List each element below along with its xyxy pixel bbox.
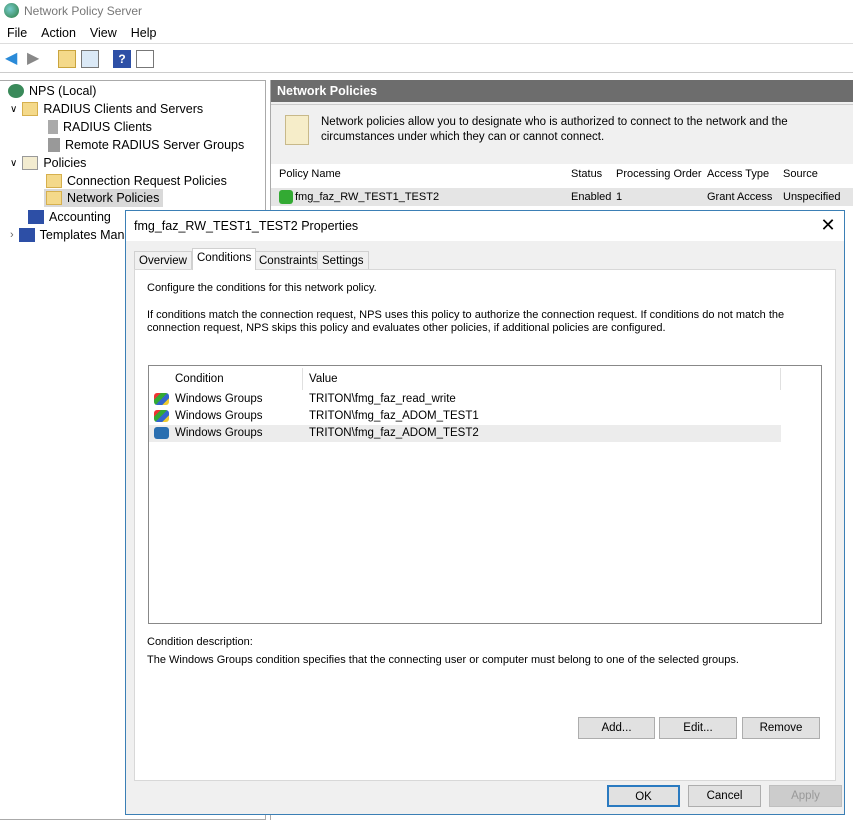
- chevron-right-icon[interactable]: ›: [10, 229, 14, 241]
- explain-text: If conditions match the connection reque…: [147, 309, 785, 334]
- conditions-list: Condition Value Windows Groups TRITON\fmg…: [148, 365, 822, 624]
- policy-enabled-icon: [279, 190, 293, 204]
- server-icon: [48, 120, 58, 134]
- up-folder-icon[interactable]: [58, 50, 76, 68]
- table-row[interactable]: fmg_faz_RW_TEST1_TEST2 Enabled 1 Grant A…: [271, 188, 853, 206]
- windows-groups-icon: [154, 410, 169, 422]
- pane-description: Network policies allow you to designate …: [271, 104, 853, 162]
- accounting-icon: [28, 210, 44, 224]
- tree-item-radius-clients[interactable]: RADIUS Clients: [48, 118, 152, 136]
- pane-header: Network Policies: [271, 80, 853, 102]
- action-pane-icon[interactable]: [136, 50, 154, 68]
- chevron-down-icon[interactable]: ∨: [10, 104, 17, 115]
- monitor-icon: [18, 228, 35, 242]
- tab-conditions[interactable]: Conditions: [192, 248, 257, 270]
- dialog-title: fmg_faz_RW_TEST1_TEST2 Properties: [134, 219, 359, 233]
- properties-dialog: fmg_faz_RW_TEST1_TEST2 Properties ✕ Over…: [125, 210, 845, 815]
- back-icon[interactable]: ◀: [5, 50, 23, 68]
- condition-row[interactable]: Windows Groups TRITON\fmg_faz_read_write: [149, 391, 781, 408]
- tab-constraints[interactable]: Constraints: [254, 251, 323, 270]
- column-divider: [780, 368, 781, 390]
- col-access-type[interactable]: Access Type: [707, 168, 769, 180]
- menu-file[interactable]: File: [0, 22, 34, 40]
- condition-row-selected[interactable]: Windows Groups TRITON\fmg_faz_ADOM_TEST2: [149, 425, 781, 442]
- title-bar: Network Policy Server: [0, 0, 853, 22]
- col-status[interactable]: Status: [571, 168, 602, 180]
- dialog-title-bar: fmg_faz_RW_TEST1_TEST2 Properties ✕: [126, 211, 844, 241]
- column-divider: [302, 368, 303, 390]
- windows-groups-icon: [154, 427, 169, 439]
- tree-item-connection-request-policies[interactable]: Connection Request Policies: [46, 172, 227, 190]
- forward-icon[interactable]: ▶: [27, 50, 45, 68]
- tree-item-network-policies[interactable]: Network Policies: [44, 189, 164, 207]
- toolbar: ◀ ▶ ?: [0, 45, 853, 73]
- globe-icon: [8, 84, 24, 98]
- col-source[interactable]: Source: [783, 168, 818, 180]
- tree-item-accounting[interactable]: Accounting: [28, 208, 111, 226]
- conditions-panel: Configure the conditions for this networ…: [134, 269, 836, 781]
- remove-button[interactable]: Remove: [742, 717, 820, 739]
- edit-button[interactable]: Edit...: [659, 717, 737, 739]
- col-condition[interactable]: Condition: [175, 373, 224, 385]
- nps-app-icon: [4, 3, 19, 18]
- col-processing-order[interactable]: Processing Order: [616, 168, 702, 180]
- help-icon[interactable]: ?: [113, 50, 131, 68]
- menu-action[interactable]: Action: [34, 22, 83, 40]
- apply-button[interactable]: Apply: [769, 785, 842, 807]
- condition-row[interactable]: Windows Groups TRITON\fmg_faz_ADOM_TEST1: [149, 408, 781, 425]
- col-value[interactable]: Value: [309, 373, 338, 385]
- tree-item-policies[interactable]: ∨ Policies: [10, 154, 86, 172]
- windows-groups-icon: [154, 393, 169, 405]
- open-folder-icon: [46, 191, 62, 205]
- ok-button[interactable]: OK: [607, 785, 680, 807]
- menu-view[interactable]: View: [83, 22, 124, 40]
- folder-icon: [46, 174, 62, 188]
- intro-text: Configure the conditions for this networ…: [147, 282, 377, 294]
- tree-item-radius-clients-servers[interactable]: ∨ RADIUS Clients and Servers: [10, 100, 203, 118]
- condition-description-label: Condition description:: [147, 636, 253, 648]
- tab-settings[interactable]: Settings: [317, 251, 369, 270]
- close-icon[interactable]: ✕: [818, 215, 838, 235]
- tree-item-remote-radius-groups[interactable]: Remote RADIUS Server Groups: [48, 136, 244, 154]
- folder-icon: [22, 102, 39, 116]
- cancel-button[interactable]: Cancel: [688, 785, 761, 807]
- col-policy-name[interactable]: Policy Name: [279, 168, 341, 180]
- tree-item-nps-local[interactable]: NPS (Local): [8, 82, 96, 100]
- add-button[interactable]: Add...: [578, 717, 655, 739]
- window-title: Network Policy Server: [24, 4, 143, 18]
- tab-overview[interactable]: Overview: [134, 251, 192, 270]
- menu-bar: File Action View Help: [0, 22, 853, 44]
- menu-help[interactable]: Help: [124, 22, 164, 40]
- show-hide-tree-icon[interactable]: [81, 50, 99, 68]
- chevron-down-icon[interactable]: ∨: [10, 158, 17, 169]
- server-group-icon: [48, 138, 60, 152]
- scroll-icon: [285, 115, 309, 145]
- scroll-icon: [22, 156, 39, 170]
- condition-description-text: The Windows Groups condition specifies t…: [147, 654, 739, 666]
